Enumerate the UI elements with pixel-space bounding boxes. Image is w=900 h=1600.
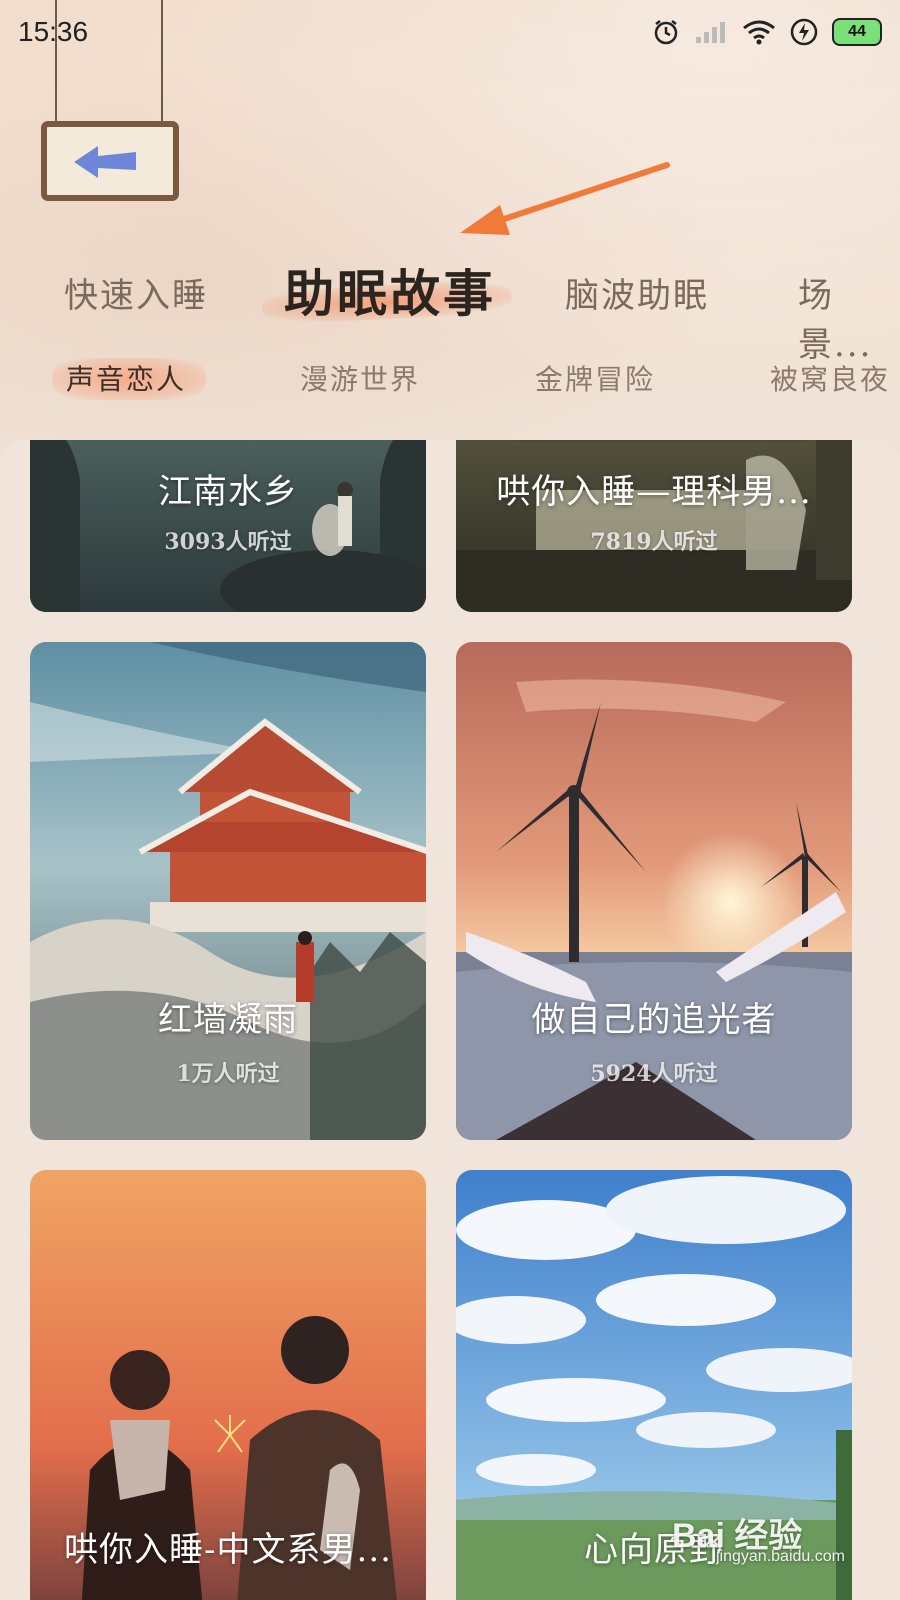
subtab-cozy-night[interactable]: 被窝良夜 — [770, 358, 890, 398]
charging-icon — [790, 18, 818, 46]
tab-fast-sleep[interactable]: 快速入睡 — [64, 268, 208, 317]
tab-brainwave[interactable]: 脑波助眠 — [565, 268, 709, 317]
story-card[interactable]: 江南水乡 3093人听过 — [30, 440, 426, 612]
signal-icon — [696, 22, 725, 43]
card-listens: 5924人听过 — [590, 1061, 718, 1087]
annotation-arrow — [460, 162, 670, 235]
watermark: Bai 经验 jingyan.baidu.com — [672, 1508, 845, 1565]
card-title: 哄你入睡-中文系男... — [64, 1530, 392, 1570]
card-title: 红墙凝雨 — [158, 1000, 298, 1040]
alarm-icon — [654, 20, 678, 45]
sub-tabs: 声音恋人 漫游世界 金牌冒险 被窝良夜 — [0, 348, 900, 408]
subtab-voice-lover[interactable]: 声音恋人 — [66, 358, 186, 398]
story-card[interactable]: 哄你入睡-中文系男... — [30, 1170, 426, 1600]
card-listens: 7819人听过 — [590, 529, 718, 555]
story-card[interactable]: 做自己的追光者 5924人听过 — [456, 642, 852, 1140]
story-card[interactable]: 哄你入睡—理科男... 7819人听过 — [456, 440, 852, 612]
wifi-icon — [743, 20, 775, 45]
card-title: 哄你入睡—理科男... — [496, 472, 812, 512]
category-tabs: 快速入睡 助眠故事 脑波助眠 场景... — [0, 250, 900, 365]
story-card[interactable]: 红墙凝雨 1万人听过 — [30, 642, 426, 1140]
subtab-roam-world[interactable]: 漫游世界 — [300, 358, 420, 398]
card-listens: 1万人听过 — [176, 1061, 280, 1087]
card-title: 做自己的追光者 — [531, 1000, 777, 1040]
card-listens: 3093人听过 — [164, 529, 292, 555]
story-grid: 江南水乡 3093人听过 哄你入睡—理科男... 7819人听过 红墙凝雨 1万… — [0, 440, 900, 1600]
card-title: 江南水乡 — [158, 472, 298, 512]
watermark-url: jingyan.baidu.com — [716, 1548, 845, 1565]
back-sign-button[interactable] — [40, 0, 180, 210]
tab-sleep-stories[interactable]: 助眠故事 — [284, 254, 496, 326]
battery-indicator: 44 — [832, 18, 882, 46]
subtab-gold-adventure[interactable]: 金牌冒险 — [535, 358, 655, 398]
